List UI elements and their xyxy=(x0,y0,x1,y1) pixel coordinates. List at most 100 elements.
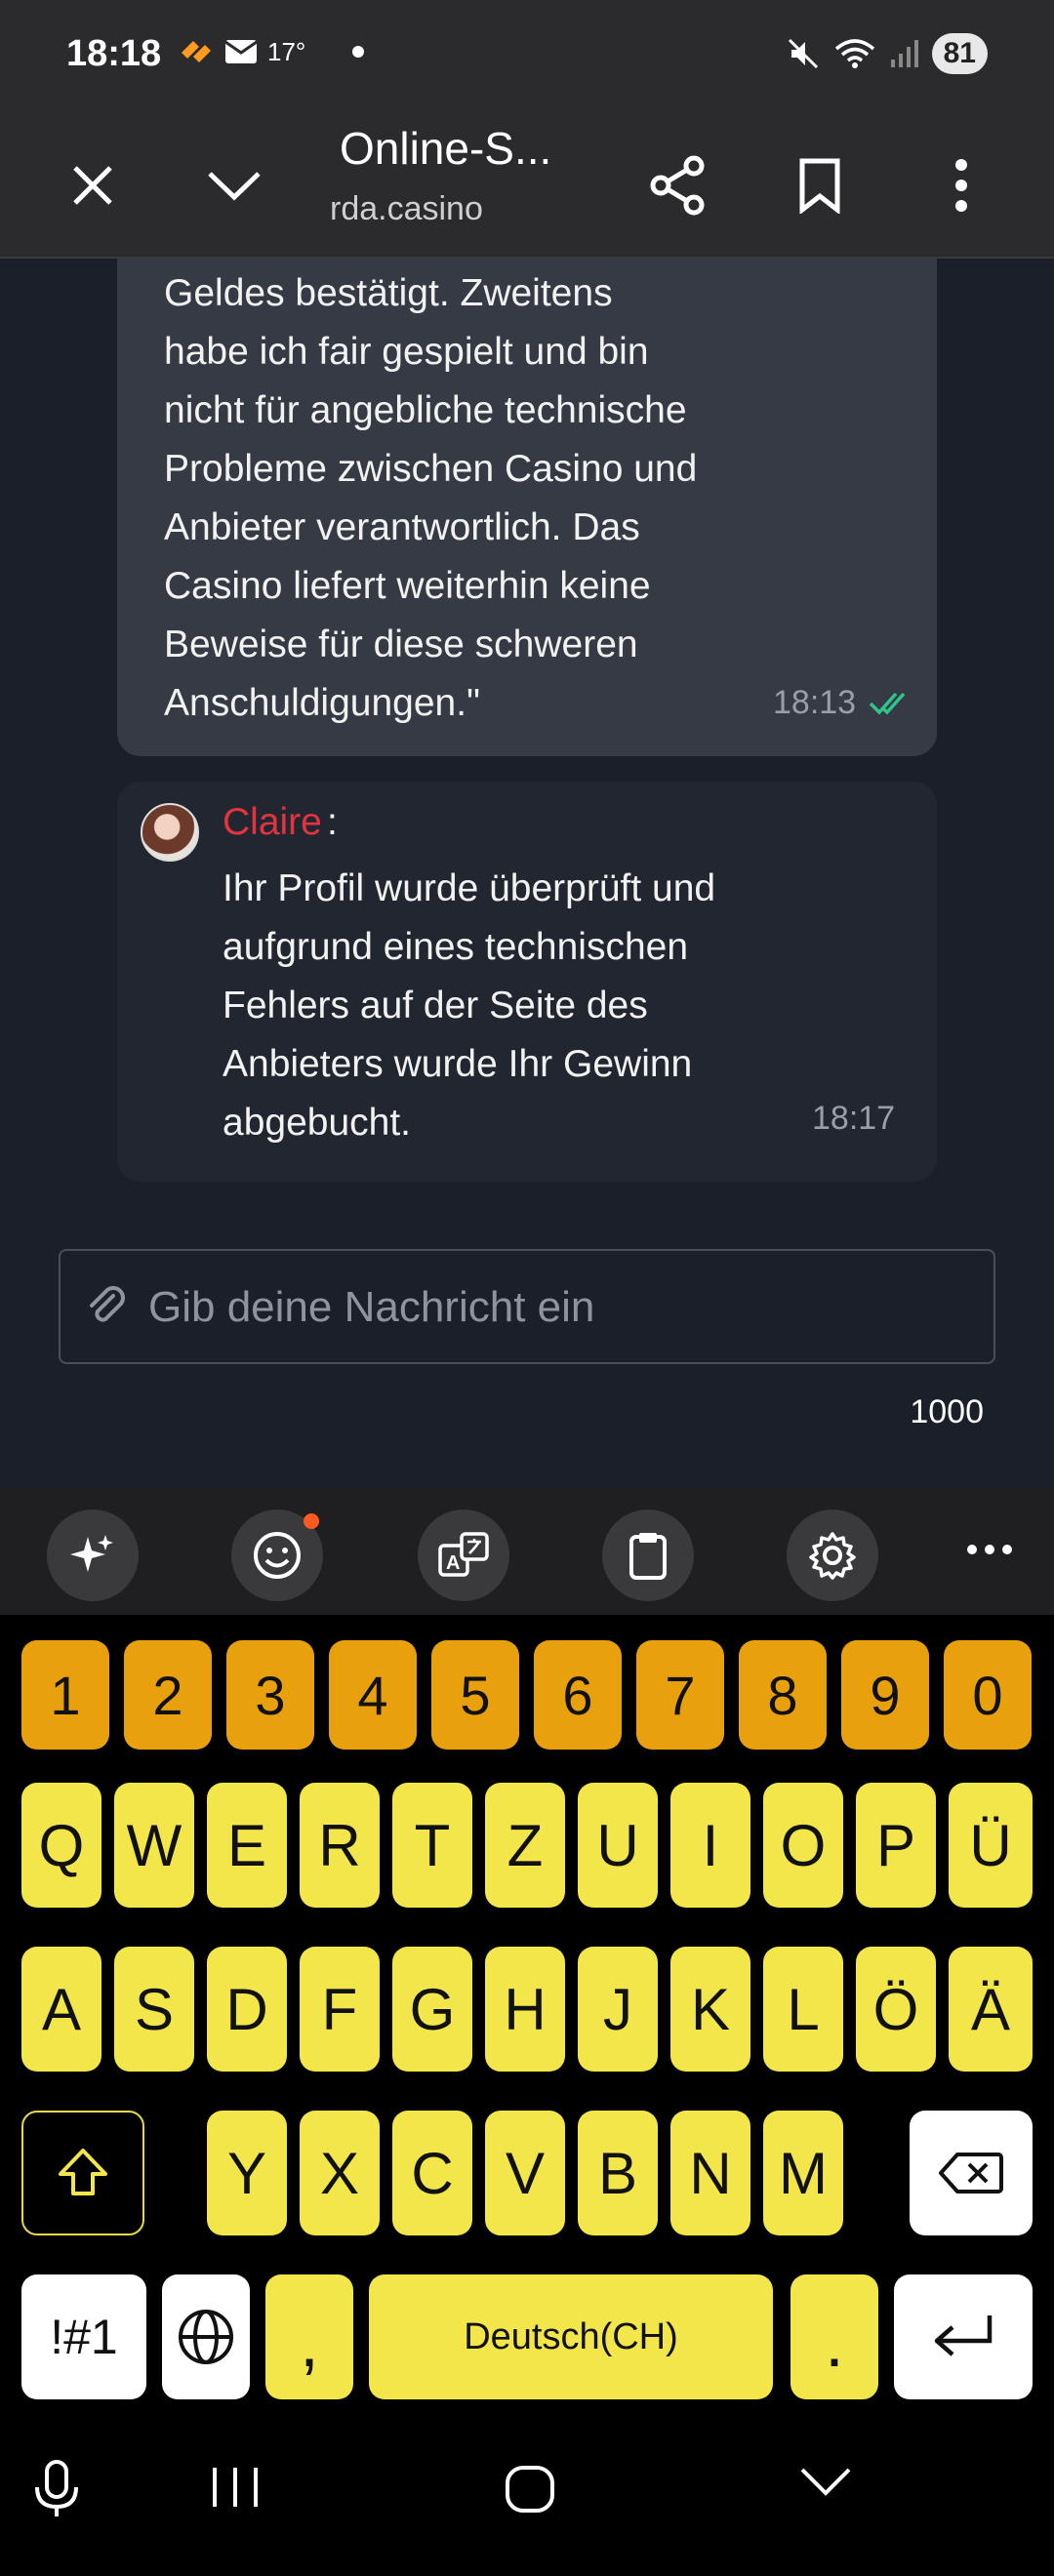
keyboard-toolbar: A xyxy=(0,1488,1054,1615)
page-url[interactable]: rda.casino xyxy=(330,190,483,228)
page-title[interactable]: Online-S... xyxy=(340,122,551,175)
mute-icon xyxy=(788,38,818,69)
status-time: 18:18 xyxy=(66,33,162,74)
enter-key[interactable] xyxy=(894,2274,1033,2399)
enter-icon xyxy=(934,2315,993,2356)
key-y[interactable]: Y xyxy=(207,2111,287,2235)
status-notifications: 17° xyxy=(178,35,365,68)
key-e[interactable]: E xyxy=(207,1783,287,1908)
recent-apps-icon[interactable] xyxy=(209,2464,262,2511)
agent-message-time: 18:17 xyxy=(812,1100,896,1137)
clipboard-icon[interactable] xyxy=(602,1509,694,1601)
key-c[interactable]: C xyxy=(392,2111,472,2235)
key-l[interactable]: L xyxy=(763,1947,843,2072)
key-j[interactable]: J xyxy=(578,1947,658,2072)
key-a[interactable]: A xyxy=(21,1947,101,2072)
key-o[interactable]: O xyxy=(763,1783,843,1908)
key-6[interactable]: 6 xyxy=(534,1640,622,1750)
mic-icon[interactable] xyxy=(31,2458,82,2520)
key-d[interactable]: D xyxy=(207,1947,287,2072)
key-4[interactable]: 4 xyxy=(329,1640,417,1750)
key-m[interactable]: M xyxy=(763,2111,843,2235)
key-t[interactable]: T xyxy=(392,1783,472,1908)
backspace-icon xyxy=(939,2153,1003,2194)
agent-message-bubble: Claire : Ihr Profil wurde überprüft und … xyxy=(117,782,937,1182)
key-x[interactable]: X xyxy=(300,2111,380,2235)
agent-name: Claire xyxy=(223,801,322,843)
key-k[interactable]: K xyxy=(670,1947,750,2072)
translate-icon[interactable]: A xyxy=(418,1509,509,1601)
key-1[interactable]: 1 xyxy=(21,1640,109,1750)
key-v[interactable]: V xyxy=(485,2111,565,2235)
attach-icon[interactable] xyxy=(84,1284,131,1331)
mail-icon xyxy=(224,40,258,63)
key-z[interactable]: Z xyxy=(485,1783,565,1908)
emoji-icon[interactable] xyxy=(231,1509,323,1601)
key-oe[interactable]: Ö xyxy=(856,1947,936,2072)
key-h[interactable]: H xyxy=(485,1947,565,2072)
key-b[interactable]: B xyxy=(578,2111,658,2235)
bookmark-icon[interactable] xyxy=(786,151,854,220)
char-counter: 1000 xyxy=(910,1393,984,1430)
status-system-icons: 81 xyxy=(786,33,988,74)
more-vert-icon[interactable] xyxy=(927,151,995,220)
key-i[interactable]: I xyxy=(670,1783,750,1908)
status-bar: 18:18 17° 81 xyxy=(0,0,1054,112)
key-s[interactable]: S xyxy=(114,1947,194,2072)
key-0[interactable]: 0 xyxy=(944,1640,1032,1750)
comma-key[interactable]: , xyxy=(265,2274,353,2399)
more-horiz-icon[interactable] xyxy=(966,1543,1013,1560)
message-input[interactable] xyxy=(148,1270,968,1345)
key-n[interactable]: N xyxy=(670,2111,750,2235)
read-ticks-icon xyxy=(869,692,906,715)
key-3[interactable]: 3 xyxy=(226,1640,314,1750)
settings-icon[interactable] xyxy=(787,1509,878,1601)
chevron-down-icon[interactable] xyxy=(200,151,268,220)
key-9[interactable]: 9 xyxy=(841,1640,929,1750)
close-icon[interactable] xyxy=(59,151,127,220)
backspace-key[interactable] xyxy=(910,2111,1033,2235)
wifi-icon xyxy=(834,39,874,68)
home-icon[interactable] xyxy=(504,2464,556,2515)
user-message-time: 18:13 xyxy=(773,684,857,721)
key-5[interactable]: 5 xyxy=(431,1640,519,1750)
key-8[interactable]: 8 xyxy=(739,1640,827,1750)
language-key[interactable] xyxy=(162,2274,250,2399)
key-2[interactable]: 2 xyxy=(124,1640,212,1750)
period-key[interactable]: . xyxy=(790,2274,878,2399)
key-ae[interactable]: Ä xyxy=(949,1947,1033,2072)
key-u[interactable]: U xyxy=(578,1783,658,1908)
notification-dot-icon xyxy=(352,46,365,58)
key-p[interactable]: P xyxy=(856,1783,936,1908)
share-icon[interactable] xyxy=(644,151,712,220)
key-g[interactable]: G xyxy=(392,1947,472,2072)
space-key[interactable]: Deutsch(CH) xyxy=(369,2274,773,2399)
agent-name-colon: : xyxy=(327,801,338,843)
notification-dot-icon xyxy=(304,1513,319,1529)
shift-icon xyxy=(59,2149,107,2195)
agent-message-text: Ihr Profil wurde überprüft und aufgrund … xyxy=(223,867,716,1144)
app-notification-icon xyxy=(182,41,211,62)
avatar xyxy=(141,803,199,862)
sparkle-icon[interactable] xyxy=(47,1509,139,1601)
user-message-bubble: Geldes bestätigt. Zweitens habe ich fair… xyxy=(117,259,937,756)
browser-toolbar: Online-S... rda.casino xyxy=(0,112,1054,259)
battery-indicator: 81 xyxy=(931,33,988,74)
signal-icon xyxy=(890,40,918,67)
key-f[interactable]: F xyxy=(300,1947,380,2072)
symbols-key[interactable]: !#1 xyxy=(21,2274,146,2399)
key-ue[interactable]: Ü xyxy=(949,1783,1033,1908)
key-q[interactable]: Q xyxy=(21,1783,101,1908)
key-r[interactable]: R xyxy=(300,1783,380,1908)
svg-text:A: A xyxy=(446,1552,460,1574)
key-w[interactable]: W xyxy=(114,1783,194,1908)
key-7[interactable]: 7 xyxy=(636,1640,724,1750)
navigation-bar xyxy=(0,2415,1054,2576)
status-temperature: 17° xyxy=(267,36,306,66)
shift-key[interactable] xyxy=(21,2111,144,2235)
message-input-box[interactable] xyxy=(59,1249,995,1364)
user-message-text: Geldes bestätigt. Zweitens habe ich fair… xyxy=(164,272,698,724)
globe-icon xyxy=(179,2310,233,2364)
keyboard: 1 2 3 4 5 6 7 8 9 0 Q W E R T Z U I O P … xyxy=(0,1615,1054,2415)
hide-keyboard-icon[interactable] xyxy=(798,2464,853,2499)
